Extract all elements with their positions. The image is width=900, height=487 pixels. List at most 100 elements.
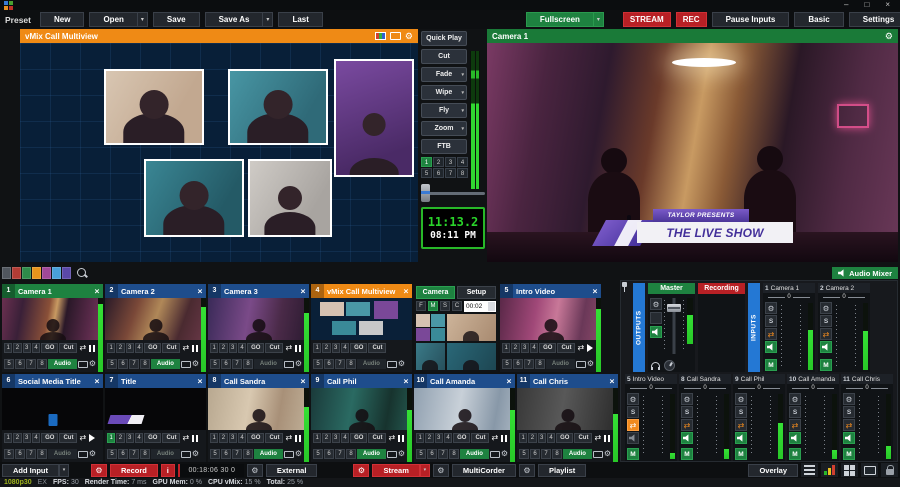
headphones-icon[interactable] xyxy=(651,362,660,369)
bus-assign-icon[interactable]: ⇄ xyxy=(627,419,639,431)
playlist-button[interactable]: Playlist xyxy=(538,464,586,477)
overlay-2-button[interactable]: 2 xyxy=(425,433,433,443)
solo-button[interactable]: S xyxy=(735,406,747,418)
call-camera-button[interactable]: Camera xyxy=(416,286,455,299)
audio-button[interactable]: Audio xyxy=(357,359,386,369)
stream-settings-gear-icon[interactable]: ⚙ xyxy=(353,464,369,477)
audio-button[interactable]: Audio xyxy=(48,359,77,369)
go-button[interactable]: GO xyxy=(144,343,161,353)
channel-fader[interactable] xyxy=(839,301,853,370)
gear-icon[interactable]: ⚙ xyxy=(650,298,662,310)
monitor-icon[interactable] xyxy=(78,451,88,458)
save-button[interactable]: Save xyxy=(153,12,200,27)
input-header[interactable]: 3 Camera 3 × xyxy=(208,284,309,298)
input-header[interactable]: 2 Camera 2 × xyxy=(105,284,206,298)
color-filter-button[interactable] xyxy=(62,267,71,279)
overlay-4-button[interactable]: 4 xyxy=(341,433,349,443)
overlay-5-button[interactable]: 5 xyxy=(107,359,117,369)
overlay-3-button[interactable]: 3 xyxy=(435,433,443,443)
color-filter-button[interactable] xyxy=(12,267,21,279)
overlay-7-button[interactable]: 7 xyxy=(335,449,345,459)
overlay-2-button[interactable]: 2 xyxy=(322,433,330,443)
overlay-6-button[interactable]: 6 xyxy=(324,359,334,369)
program-video-area[interactable]: TAYLOR PRESENTS THE LIVE SHOW xyxy=(487,43,898,262)
overlay-6-button[interactable]: 6 xyxy=(15,449,25,459)
overlay-6-button[interactable]: 6 xyxy=(118,359,128,369)
new-button[interactable]: New xyxy=(40,12,84,27)
input-thumbnail[interactable] xyxy=(2,298,103,340)
input-thumbnail[interactable] xyxy=(2,388,103,430)
solo-button[interactable]: S xyxy=(765,315,777,327)
gear-icon[interactable]: ⚙ xyxy=(405,32,413,40)
fader-handle[interactable] xyxy=(667,304,681,312)
overlay-7-button[interactable]: 7 xyxy=(232,359,242,369)
window-minimize-button[interactable]: – xyxy=(844,0,848,10)
input-thumbnail[interactable] xyxy=(311,298,412,340)
overlay-4-button[interactable]: 4 xyxy=(238,433,246,443)
overlay-8-button[interactable]: 8 xyxy=(140,359,150,369)
input-thumbnail[interactable] xyxy=(105,298,206,340)
overlay-3-button[interactable]: 3 xyxy=(229,433,237,443)
preview-video-area[interactable] xyxy=(20,43,418,262)
overlay-7-button[interactable]: 7 xyxy=(129,359,139,369)
zoom-button[interactable]: Zoom▾ xyxy=(421,121,467,136)
speaker-icon[interactable] xyxy=(627,432,639,444)
overlay-5-button[interactable]: 5 xyxy=(416,449,426,459)
speaker-icon[interactable] xyxy=(735,432,747,444)
monitor-icon[interactable] xyxy=(181,451,191,458)
overlay-6-button[interactable]: 6 xyxy=(513,359,523,369)
input-close-button[interactable]: × xyxy=(503,376,515,386)
overlay-7-button[interactable]: 7 xyxy=(335,359,345,369)
play-pause-icon[interactable] xyxy=(88,433,96,443)
color-filter-button[interactable] xyxy=(32,267,41,279)
bus-assign-icon[interactable]: ⇄ xyxy=(735,419,747,431)
overlay-6-button[interactable]: 6 xyxy=(530,449,540,459)
overlay-4-button[interactable]: 4 xyxy=(32,343,40,353)
overlay-8-button[interactable]: 8 xyxy=(346,449,356,459)
overlay-7-button[interactable]: 7 xyxy=(438,449,448,459)
go-button[interactable]: GO xyxy=(350,433,367,443)
loop-transition-icon[interactable]: ⇄ xyxy=(181,343,190,353)
overlay-2-button[interactable]: 2 xyxy=(13,433,21,443)
mute-button[interactable]: M xyxy=(843,448,855,460)
overlay-3-button[interactable]: 3 xyxy=(23,343,31,353)
overlay-1-button[interactable]: 1 xyxy=(107,343,115,353)
colorbars-icon[interactable] xyxy=(375,32,386,40)
channel-fader[interactable] xyxy=(808,392,822,459)
record-settings-gear-icon[interactable]: ⚙ xyxy=(91,464,107,477)
cut-button[interactable]: Cut xyxy=(162,343,180,353)
loop-transition-icon[interactable]: ⇄ xyxy=(387,433,396,443)
go-button[interactable]: GO xyxy=(453,433,470,443)
input-thumbnail[interactable] xyxy=(500,298,601,340)
input-thumbnail[interactable] xyxy=(208,388,309,430)
loop-transition-icon[interactable]: ⇄ xyxy=(284,433,293,443)
external-button[interactable]: External xyxy=(266,464,318,477)
play-pause-icon[interactable] xyxy=(294,343,302,353)
stream-button[interactable]: Stream xyxy=(372,464,419,477)
overlay-8-button[interactable]: 8 xyxy=(37,359,47,369)
fullscreen-dropdown-caret-icon[interactable]: ▾ xyxy=(593,12,604,27)
basic-button[interactable]: Basic xyxy=(794,12,843,27)
call-mode-c-button[interactable]: C xyxy=(452,301,462,311)
record-toggle-button[interactable]: REC xyxy=(676,12,707,27)
channel-fader[interactable] xyxy=(862,392,876,459)
headphone-volume-knob[interactable] xyxy=(664,360,675,371)
overlay-8-button[interactable]: 8 xyxy=(449,449,459,459)
overlay-4-button[interactable]: 4 xyxy=(530,343,538,353)
go-button[interactable]: GO xyxy=(539,343,556,353)
overlay-1-button[interactable]: 1 xyxy=(4,343,12,353)
loop-transition-icon[interactable]: ⇄ xyxy=(490,433,499,443)
overlay-4-button[interactable]: 4 xyxy=(547,433,555,443)
input-thumbnail[interactable] xyxy=(208,298,309,340)
overlay-2-button[interactable]: 2 xyxy=(322,343,330,353)
gear-icon[interactable]: ⚙ xyxy=(192,359,199,369)
overlay-5-button[interactable]: 5 xyxy=(210,449,220,459)
gear-icon[interactable]: ⚙ xyxy=(735,393,747,405)
play-pause-icon[interactable] xyxy=(191,433,199,443)
play-pause-icon[interactable] xyxy=(88,343,96,353)
overlay-5-button[interactable]: 5 xyxy=(4,359,14,369)
caret-down-icon[interactable]: ▾ xyxy=(461,108,464,114)
color-filter-button[interactable] xyxy=(52,267,61,279)
gear-icon[interactable]: ⚙ xyxy=(501,449,508,459)
go-button[interactable]: GO xyxy=(144,433,161,443)
